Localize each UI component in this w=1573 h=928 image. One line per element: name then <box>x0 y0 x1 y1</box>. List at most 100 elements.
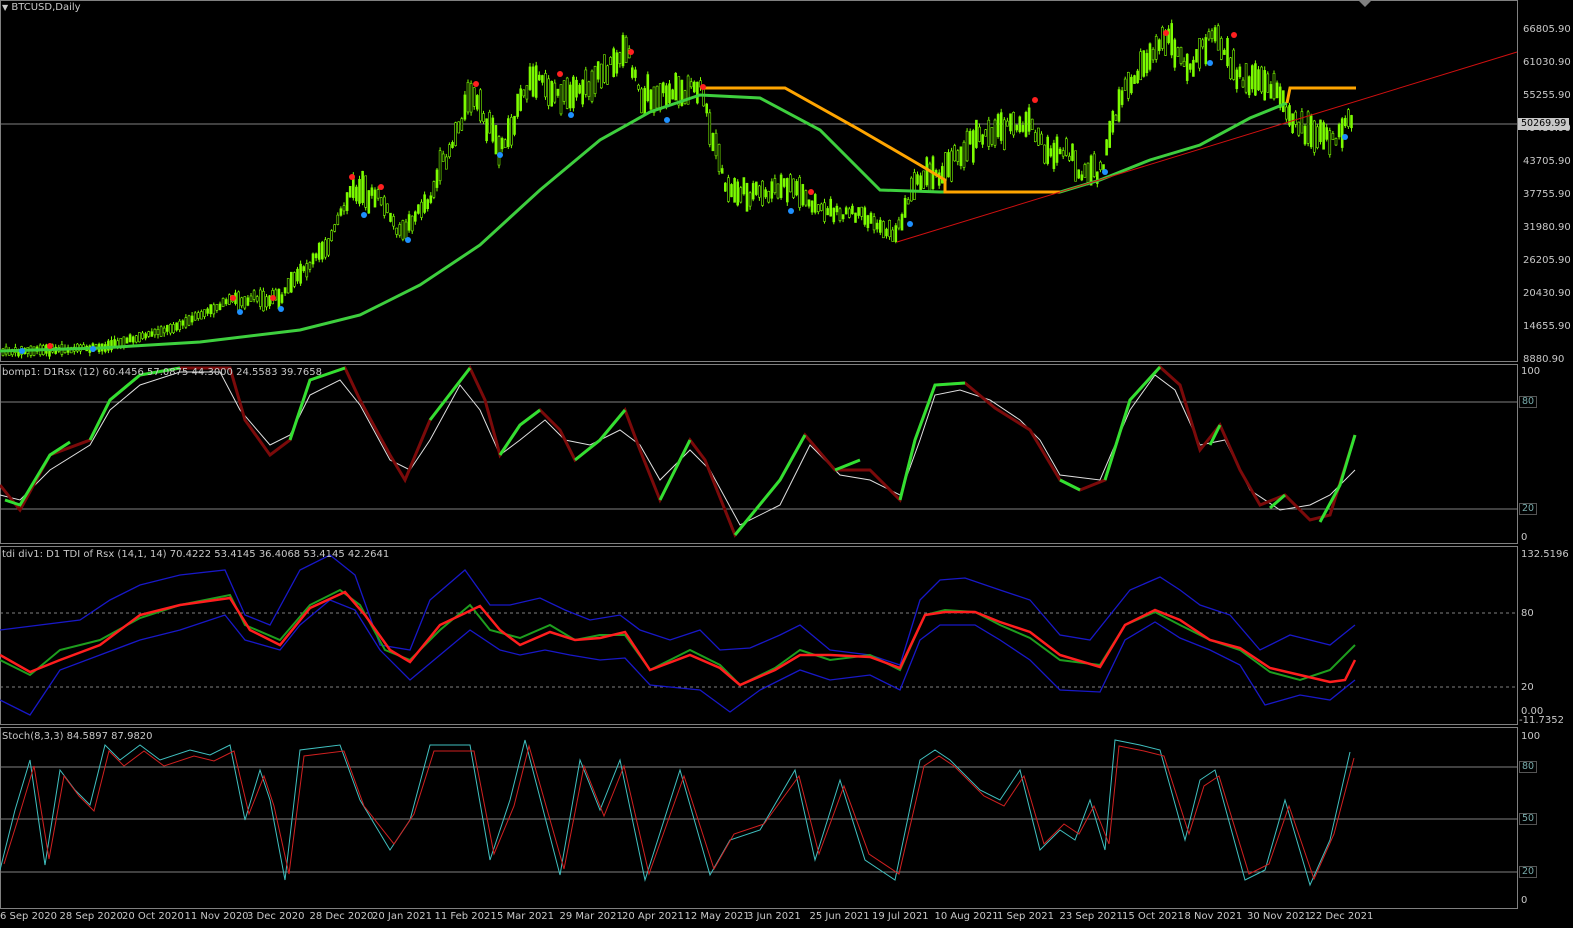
candle-body <box>147 331 150 337</box>
candle-body <box>206 308 209 314</box>
candle-body <box>1247 76 1251 96</box>
candle-body <box>537 74 541 81</box>
fractal-up-dot <box>700 84 706 90</box>
time-axis-label: 11 Feb 2021 <box>434 911 497 922</box>
candle-body <box>717 143 721 172</box>
candle-body <box>203 309 206 317</box>
candle-body <box>500 138 504 150</box>
candle-body <box>1241 79 1245 88</box>
candle-body <box>448 144 451 158</box>
candle-body <box>376 189 380 199</box>
candle-body <box>432 181 436 198</box>
price-candles <box>1 19 1353 360</box>
candle-body <box>559 84 563 115</box>
triangle-down-icon[interactable]: ▼ <box>2 3 8 12</box>
candle-body <box>773 178 777 194</box>
current-price-tag: 50269.99 <box>1518 118 1570 130</box>
candle-body <box>668 83 671 104</box>
candle-body <box>128 334 132 343</box>
candle-body <box>649 89 653 110</box>
candle-body <box>410 215 414 232</box>
candle-body <box>758 185 761 198</box>
candle-body <box>475 95 479 110</box>
time-axis-label: 28 Sep 2020 <box>59 911 123 922</box>
candle-body <box>358 178 361 204</box>
candle-body <box>919 175 922 191</box>
time-axis-label: 1 Sep 2021 <box>997 911 1055 922</box>
moving-average-line <box>0 93 1288 353</box>
candle-body <box>1328 130 1332 156</box>
candle-body <box>280 294 284 303</box>
fractal-down-dot <box>1207 60 1213 66</box>
candle-body <box>494 125 498 155</box>
time-axis-label: 10 Aug 2021 <box>934 911 999 922</box>
candle-body <box>296 268 299 282</box>
fractal-up-dot <box>557 71 563 77</box>
candle-body <box>596 61 600 80</box>
rsx-scale-100: 100 <box>1521 366 1541 377</box>
candle-body <box>1223 49 1226 55</box>
candle-body <box>671 89 674 100</box>
time-axis-label: 30 Nov 2021 <box>1247 911 1312 922</box>
candle-body <box>348 185 352 198</box>
candle-body <box>1009 113 1012 132</box>
candle-body <box>1161 27 1164 49</box>
candle-body <box>550 81 554 107</box>
candle-body <box>159 326 163 337</box>
candle-body <box>922 170 926 189</box>
candle-body <box>482 113 485 122</box>
candle-body <box>178 320 181 330</box>
candle-body <box>1052 142 1056 169</box>
candle-body <box>696 81 699 104</box>
candle-body <box>882 221 885 239</box>
candle-body <box>1173 39 1177 68</box>
candle-body <box>228 294 231 305</box>
candle-body <box>565 77 569 109</box>
candle-body <box>1071 143 1074 161</box>
candle-body <box>150 331 154 337</box>
candle-body <box>823 202 826 222</box>
candle-body <box>286 278 290 294</box>
fractal-up-dot <box>1163 30 1169 36</box>
fractal-up-dot <box>47 343 53 349</box>
fractal-up-dot <box>230 295 236 301</box>
candle-body <box>1195 49 1198 63</box>
candle-body <box>172 324 175 333</box>
candle-body <box>221 298 225 307</box>
candle-body <box>200 311 203 320</box>
candle-body <box>1334 138 1338 146</box>
chart-canvas[interactable] <box>0 0 1573 928</box>
candle-body <box>891 229 895 242</box>
stoch-scale-80: 80 <box>1519 761 1538 773</box>
candle-body <box>572 76 575 109</box>
candle-body <box>1204 37 1208 65</box>
candle-body <box>1254 63 1257 96</box>
candle-body <box>665 85 668 108</box>
candle-body <box>1344 117 1347 127</box>
candle-body <box>1170 23 1173 56</box>
candle-body <box>916 174 919 185</box>
candle-body <box>705 103 709 114</box>
candle-body <box>1027 107 1031 132</box>
candle-body <box>587 81 591 97</box>
shift-marker-icon[interactable] <box>1358 0 1372 7</box>
rsx-scale-20: 20 <box>1519 503 1538 515</box>
fractal-down-dot <box>278 306 284 312</box>
candle-body <box>277 288 281 310</box>
candle-body <box>240 297 243 307</box>
candle-body <box>1291 113 1294 134</box>
candle-body <box>1151 48 1155 61</box>
candle-body <box>801 184 805 206</box>
candle-body <box>1015 124 1019 131</box>
candle-body <box>832 207 836 223</box>
candle-body <box>413 211 417 222</box>
candle-body <box>1269 84 1273 99</box>
candle-body <box>888 220 891 238</box>
candle-body <box>1266 73 1270 93</box>
candle-body <box>311 253 315 265</box>
fractal-down-dot <box>90 346 96 352</box>
candle-body <box>1313 120 1316 153</box>
candle-body <box>1303 125 1307 145</box>
fractal-down-dot <box>237 309 243 315</box>
time-axis-label: 20 Oct 2020 <box>122 911 184 922</box>
